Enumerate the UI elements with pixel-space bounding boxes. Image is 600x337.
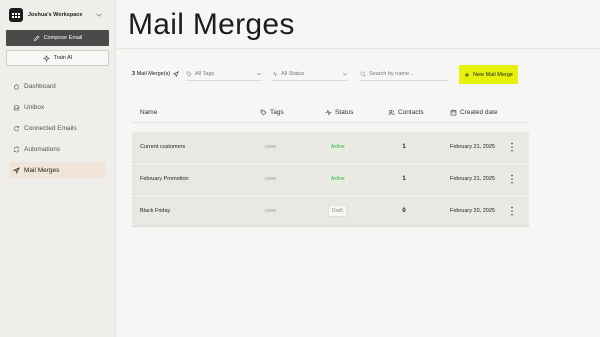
- row-tags: none: [265, 144, 277, 150]
- tag-icon: [186, 71, 192, 77]
- column-header-created-date[interactable]: Created date: [450, 109, 498, 116]
- row-created-date: February 20, 2025: [450, 208, 495, 214]
- status-badge: Draft: [328, 205, 347, 217]
- sidebar-nav: Dashboard Unibox Connected Emails Automa…: [9, 78, 106, 183]
- inbox-icon: [13, 104, 20, 110]
- users-icon: [388, 109, 395, 116]
- more-options-icon[interactable]: [509, 174, 515, 184]
- sidebar-item-connected-emails[interactable]: Connected Emails: [9, 120, 106, 136]
- row-status: Active: [328, 142, 348, 152]
- home-icon: [13, 83, 20, 89]
- new-mail-merge-button[interactable]: New Mail Merge: [459, 65, 518, 84]
- chevron-down-icon: [342, 72, 348, 76]
- compose-email-button[interactable]: Compose Email: [6, 30, 109, 46]
- row-created-date: February 21, 2025: [450, 144, 495, 150]
- row-name: February Promotion: [140, 176, 189, 182]
- compose-email-label: Compose Email: [43, 35, 83, 41]
- row-tags: none: [265, 176, 277, 182]
- table-row[interactable]: Current customers none Active 1 February…: [132, 132, 529, 163]
- tags-filter-value: All Tags: [195, 71, 215, 77]
- column-header-label: Created date: [460, 109, 498, 116]
- merge-count: 3 Mail Merge(s): [132, 71, 180, 77]
- workspace-switcher[interactable]: Joshua's Workspace: [9, 8, 103, 22]
- table-header: Name Tags Status Contacts Created date: [132, 105, 529, 123]
- more-options-icon[interactable]: [509, 142, 515, 152]
- more-options-icon[interactable]: [509, 206, 515, 216]
- chevron-down-icon: [256, 72, 262, 76]
- column-header-status[interactable]: Status: [325, 109, 353, 116]
- sidebar-item-dashboard[interactable]: Dashboard: [9, 78, 106, 94]
- status-filter-dropdown[interactable]: All Status: [272, 68, 348, 81]
- column-header-contacts[interactable]: Contacts: [388, 109, 424, 116]
- tags-filter-dropdown[interactable]: All Tags: [186, 68, 262, 81]
- row-tags: none: [265, 208, 277, 214]
- table-row[interactable]: February Promotion none Active 1 Februar…: [132, 164, 529, 195]
- search-placeholder: Search by name...: [369, 71, 414, 77]
- tag-icon: [260, 109, 267, 116]
- column-header-tags[interactable]: Tags: [260, 109, 284, 116]
- column-header-name[interactable]: Name: [140, 109, 157, 116]
- row-contacts: 1: [402, 176, 406, 182]
- send-icon: [173, 71, 180, 77]
- search-input[interactable]: Search by name...: [360, 68, 448, 81]
- sidebar-item-label: Connected Emails: [24, 124, 77, 132]
- row-contacts: 0: [402, 208, 406, 214]
- sidebar-item-label: Unibox: [24, 103, 45, 111]
- refresh-icon: [14, 125, 20, 131]
- train-ai-button[interactable]: Train AI: [6, 50, 109, 66]
- chevron-down-icon: [96, 13, 102, 17]
- row-name: Black Friday: [140, 208, 171, 214]
- send-icon: [13, 166, 20, 174]
- train-ai-label: Train AI: [53, 55, 73, 61]
- workspace-logo-icon: [9, 8, 23, 22]
- activity-icon: [272, 71, 278, 77]
- divider: [117, 48, 600, 49]
- automation-icon: [13, 146, 20, 152]
- row-contacts: 1: [402, 144, 406, 150]
- sidebar: Joshua's Workspace Compose Email Train A…: [0, 0, 116, 337]
- workspace-name: Joshua's Workspace: [28, 12, 83, 18]
- search-icon: [360, 71, 366, 77]
- plus-icon: [465, 72, 470, 77]
- column-header-label: Contacts: [398, 109, 424, 116]
- column-header-label: Tags: [270, 109, 284, 116]
- column-header-label: Name: [140, 109, 158, 116]
- row-status: Draft: [328, 205, 347, 217]
- column-header-label: Status: [335, 109, 354, 116]
- merge-count-label: Mail Merge(s): [136, 71, 171, 77]
- page-title: Mail Merges: [128, 8, 295, 41]
- table-row[interactable]: Black Friday none Draft 0 February 20, 2…: [132, 196, 529, 227]
- sidebar-item-mail-merges[interactable]: Mail Merges: [9, 162, 106, 178]
- sidebar-item-label: Automations: [24, 145, 61, 153]
- status-filter-value: All Status: [281, 71, 305, 77]
- row-name: Current customers: [140, 144, 186, 150]
- sparkle-icon: [42, 54, 50, 62]
- row-status: Active: [328, 174, 348, 184]
- merge-count-number: 3: [132, 71, 136, 77]
- status-badge: Active: [328, 174, 348, 184]
- calendar-icon: [450, 109, 457, 116]
- new-mail-merge-label: New Mail Merge: [473, 71, 513, 78]
- activity-icon: [325, 109, 332, 116]
- sidebar-item-unibox[interactable]: Unibox: [9, 99, 106, 115]
- pen-icon: [33, 35, 39, 41]
- status-badge: Active: [328, 142, 348, 152]
- sidebar-item-label: Mail Merges: [24, 166, 60, 174]
- sidebar-item-automations[interactable]: Automations: [9, 141, 106, 157]
- sidebar-item-label: Dashboard: [24, 82, 56, 90]
- row-created-date: February 21, 2025: [450, 176, 495, 182]
